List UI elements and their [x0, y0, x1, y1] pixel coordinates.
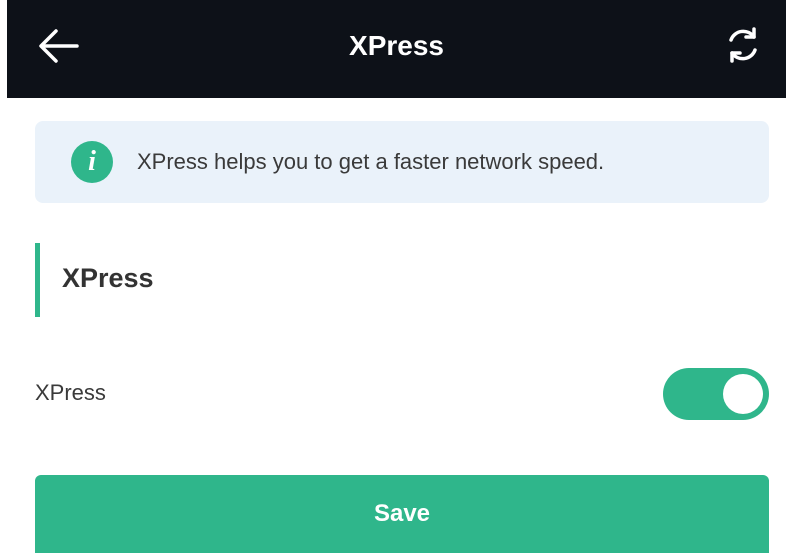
info-icon: i [71, 141, 113, 183]
page-title: XPress [349, 30, 444, 61]
toggle-knob [723, 374, 763, 414]
section-header: XPress [35, 243, 435, 317]
section-title: XPress [62, 263, 154, 293]
refresh-icon [729, 27, 757, 63]
refresh-button[interactable] [720, 22, 766, 68]
xpress-setting-row: XPress [35, 365, 769, 421]
info-banner: i XPress helps you to get a faster netwo… [35, 121, 769, 203]
xpress-setting-label: XPress [35, 380, 106, 405]
info-banner-text: XPress helps you to get a faster network… [137, 149, 605, 174]
section-accent-bar [35, 243, 40, 317]
save-button[interactable]: Save [35, 475, 769, 553]
xpress-page: XPress i XPress helps you to get a faste… [0, 0, 787, 553]
top-navigation-bar: XPress [7, 0, 786, 98]
xpress-toggle[interactable] [663, 368, 769, 420]
info-icon-glyph: i [88, 146, 96, 177]
